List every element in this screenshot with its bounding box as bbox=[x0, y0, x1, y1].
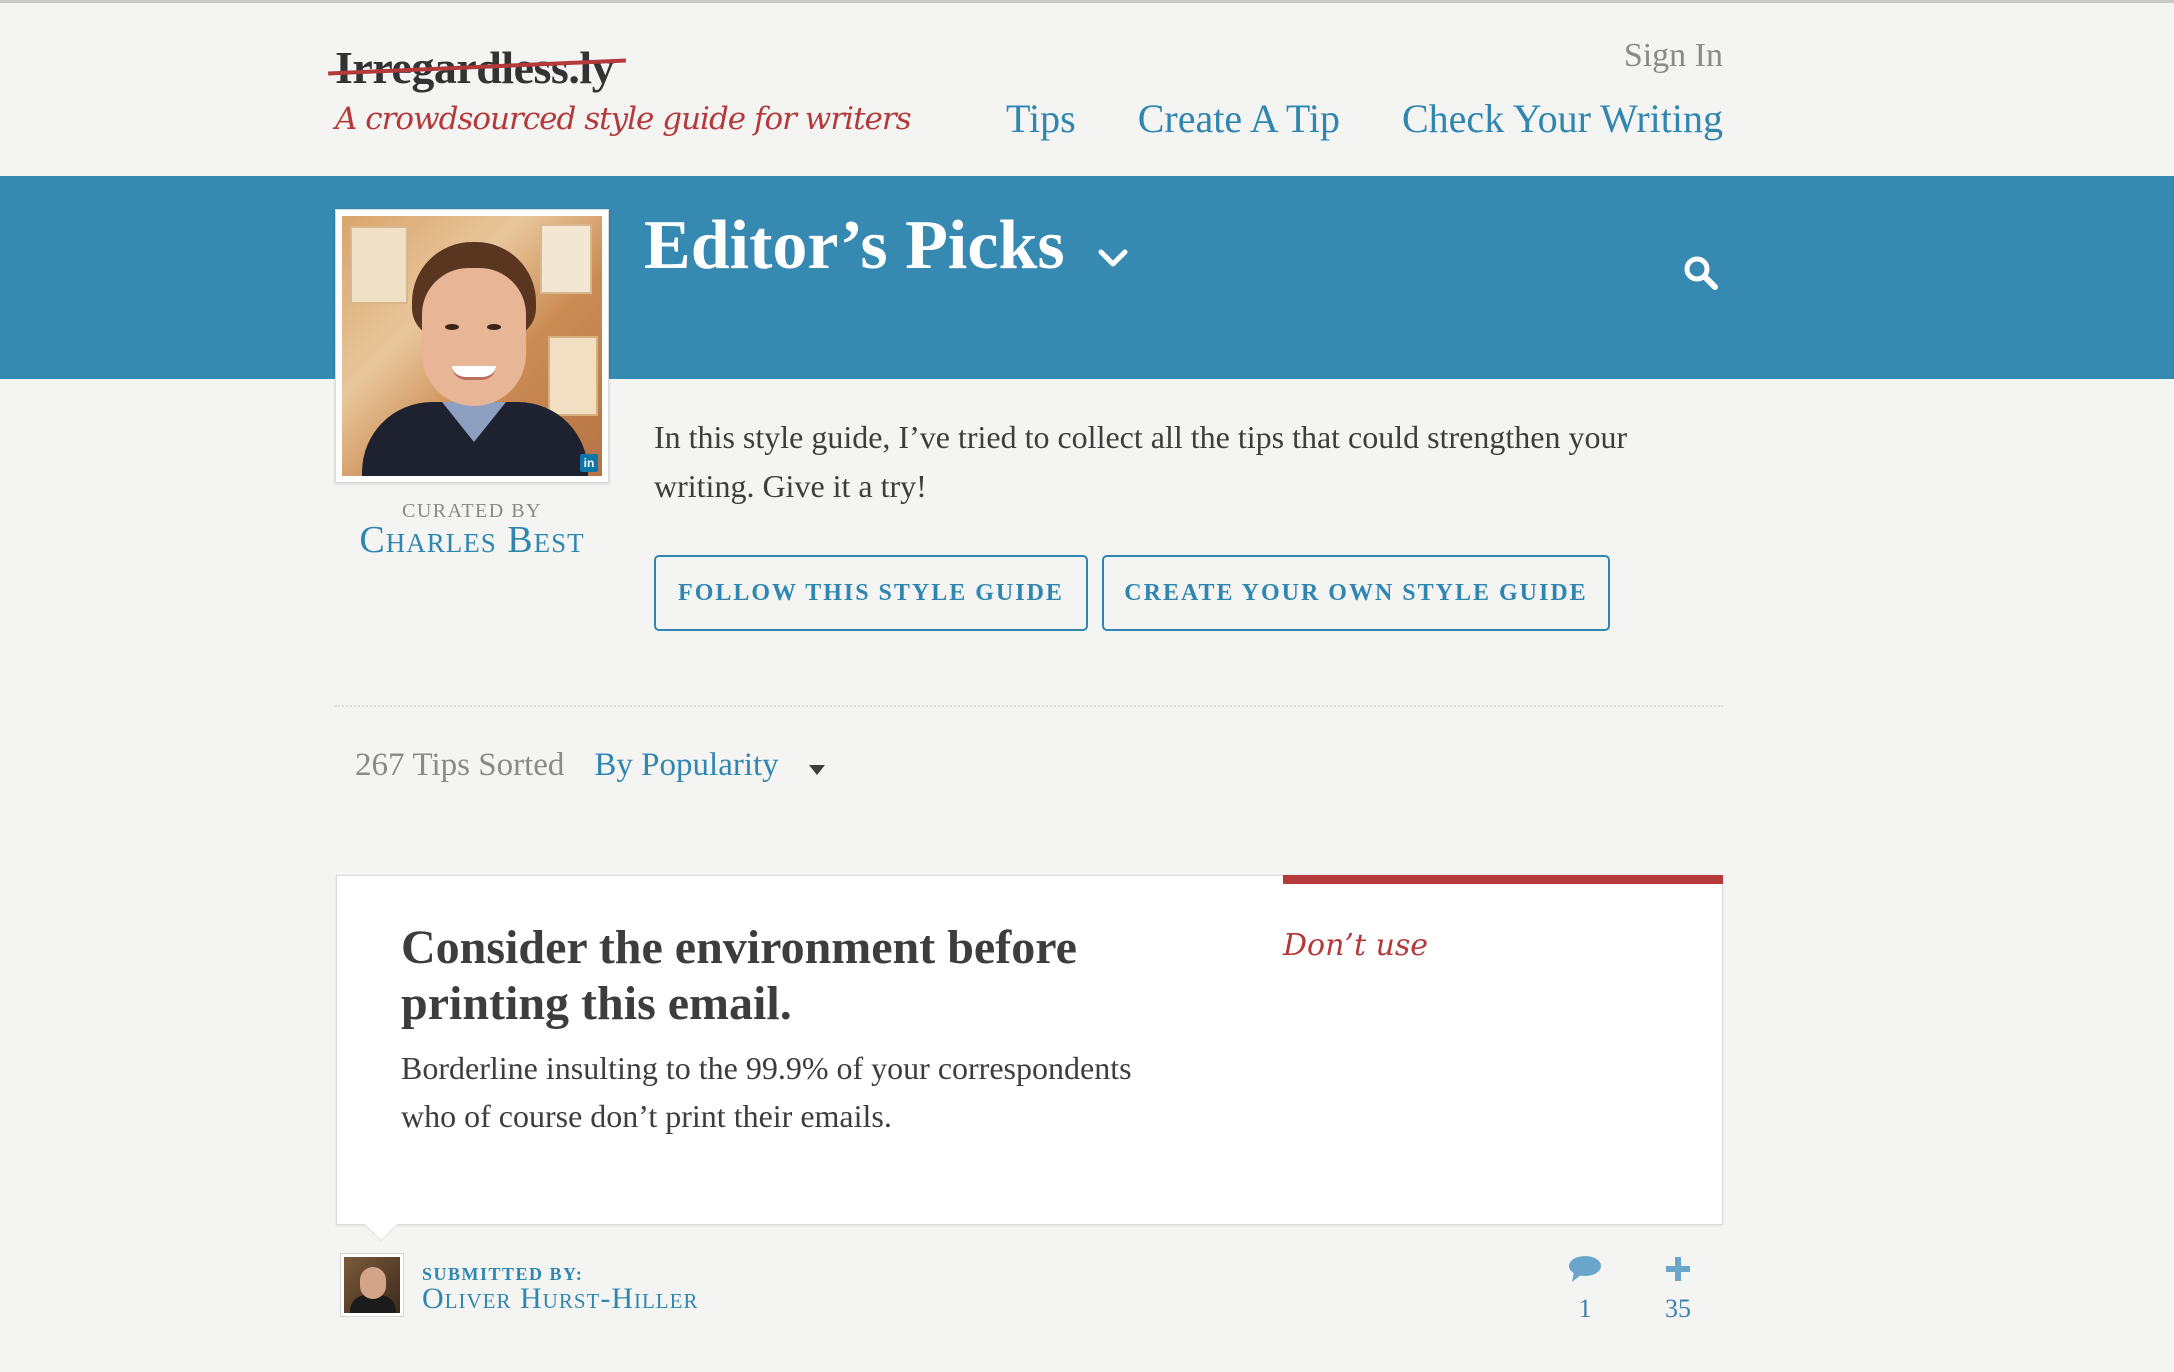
tip-body: Borderline insulting to the 99.9% of you… bbox=[401, 1050, 1132, 1134]
tip-card[interactable]: Consider the environment before printing… bbox=[336, 875, 1723, 1240]
style-guide-banner: Editor’s Picks bbox=[0, 176, 2174, 379]
style-guide-title: Editor’s Picks bbox=[644, 207, 1065, 284]
sort-dropdown[interactable]: By Popularity bbox=[594, 747, 825, 784]
caret-down-icon bbox=[808, 747, 825, 784]
votes-stat[interactable]: 35 bbox=[1653, 1255, 1703, 1324]
nav-create-tip[interactable]: Create A Tip bbox=[1138, 95, 1340, 142]
curator-name[interactable]: Charles Best bbox=[335, 518, 609, 562]
vote-count: 35 bbox=[1665, 1294, 1691, 1323]
comments-stat[interactable]: 1 bbox=[1560, 1255, 1610, 1324]
plus-icon bbox=[1664, 1257, 1692, 1287]
sort-selected-value: By Popularity bbox=[594, 747, 779, 783]
tips-count: 267 bbox=[355, 747, 405, 783]
submitter-name[interactable]: Oliver Hurst-Hiller bbox=[422, 1282, 698, 1316]
nav-check-writing[interactable]: Check Your Writing bbox=[1402, 95, 1723, 142]
nav-tips[interactable]: Tips bbox=[1006, 95, 1076, 142]
follow-style-guide-button[interactable]: FOLLOW THIS STYLE GUIDE bbox=[654, 555, 1088, 631]
curator-avatar[interactable]: in bbox=[335, 209, 609, 483]
tips-sorted-label: Tips Sorted bbox=[412, 747, 565, 783]
tip-title[interactable]: Consider the environment before printing… bbox=[401, 920, 1181, 1032]
section-divider bbox=[335, 705, 1723, 707]
main-nav: Tips Create A Tip Check Your Writing bbox=[1006, 95, 1723, 142]
search-icon[interactable] bbox=[1684, 256, 1718, 295]
create-style-guide-button[interactable]: CREATE YOUR OWN STYLE GUIDE bbox=[1102, 555, 1610, 631]
chevron-down-icon[interactable] bbox=[1098, 248, 1128, 273]
sort-bar: 267 Tips Sorted By Popularity bbox=[355, 747, 825, 784]
site-tagline: A crowdsourced style guide for writers bbox=[335, 101, 912, 137]
linkedin-icon[interactable]: in bbox=[580, 454, 598, 472]
submitter-avatar[interactable] bbox=[340, 1253, 404, 1317]
curator-photo: in bbox=[342, 216, 602, 476]
sign-in-link[interactable]: Sign In bbox=[1624, 37, 1723, 75]
comment-count: 1 bbox=[1578, 1294, 1592, 1323]
tip-accent-bar bbox=[1283, 875, 1723, 884]
tip-tag: Don’t use bbox=[1283, 928, 1429, 963]
site-header: Irregardless.ly A crowdsourced style gui… bbox=[0, 3, 2174, 176]
card-pointer bbox=[365, 1224, 397, 1240]
style-guide-description: In this style guide, I’ve tried to colle… bbox=[654, 419, 1628, 504]
comment-icon bbox=[1568, 1256, 1602, 1287]
